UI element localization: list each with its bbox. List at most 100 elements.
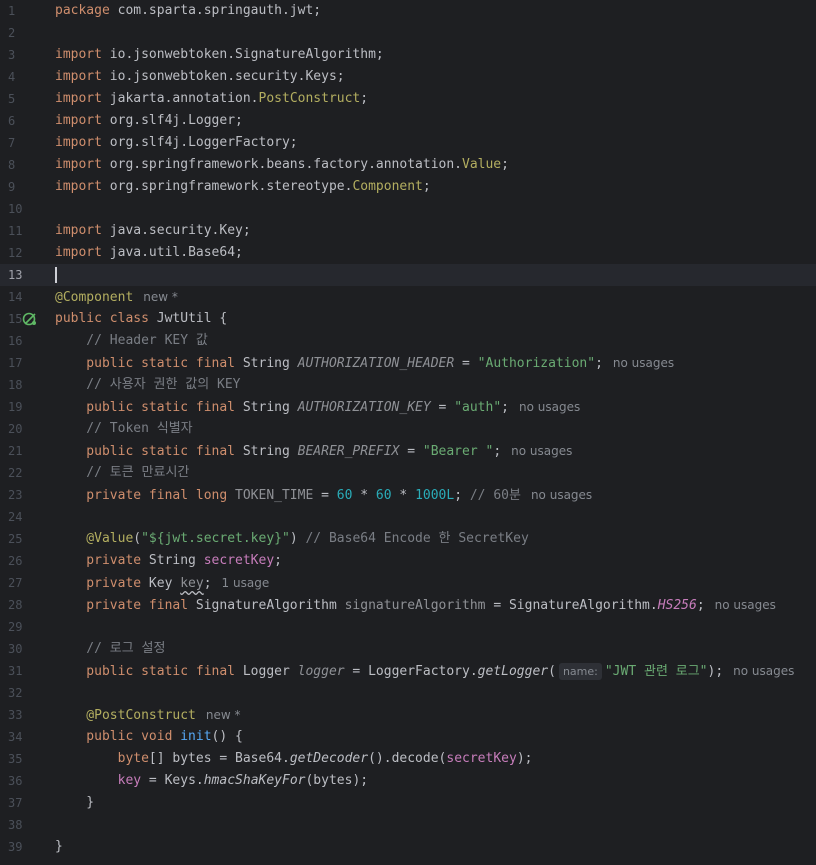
code-token: =: [313, 488, 337, 503]
line-number: 7: [8, 136, 16, 150]
code-token: key: [180, 576, 204, 591]
code-line[interactable]: 20 // Token 식별자: [0, 418, 816, 440]
code-token: // 로그 설정: [55, 641, 166, 656]
code-text: import org.slf4j.LoggerFactory;: [55, 132, 298, 154]
line-number: 28: [8, 598, 23, 612]
code-token: // Token 식별자: [55, 421, 193, 436]
bean-icon[interactable]: [22, 311, 38, 327]
code-token: String: [148, 553, 204, 568]
code-text: byte[] bytes = Base64.getDecoder().decod…: [55, 748, 533, 770]
code-line[interactable]: 30 // 로그 설정: [0, 638, 816, 660]
code-text: }: [55, 836, 63, 858]
line-number: 36: [8, 774, 23, 788]
code-line[interactable]: 8 import org.springframework.beans.factor…: [0, 154, 816, 176]
inlay-hint: no usages: [733, 664, 795, 678]
code-line[interactable]: 1 package com.sparta.springauth.jwt;: [0, 0, 816, 22]
code-token: import: [55, 135, 110, 150]
code-line[interactable]: 35 byte[] bytes = Base64.getDecoder().de…: [0, 748, 816, 770]
code-editor[interactable]: 1 package com.sparta.springauth.jwt; 2 3 imp…: [0, 0, 816, 865]
code-line[interactable]: 16 // Header KEY 값: [0, 330, 816, 352]
code-token: private final long: [55, 488, 236, 503]
inlay-hint: new *: [205, 708, 241, 722]
code-line[interactable]: 6 import org.slf4j.Logger;: [0, 110, 816, 132]
code-token: ;: [274, 553, 282, 568]
code-line[interactable]: 39}: [0, 836, 816, 858]
code-line[interactable]: 38: [0, 814, 816, 836]
code-line[interactable]: 5 import jakarta.annotation.PostConstruct…: [0, 88, 816, 110]
code-text: public static final Logger logger = Logg…: [55, 660, 794, 683]
line-number: 31: [8, 664, 23, 678]
code-line[interactable]: 29: [0, 616, 816, 638]
code-line[interactable]: 21 public static final String BEARER_PRE…: [0, 440, 816, 462]
code-line[interactable]: 27 private Key key; 1 usage: [0, 572, 816, 594]
line-number: 17: [8, 356, 23, 370]
code-token: private: [55, 576, 149, 591]
code-line[interactable]: 15 public class JwtUtil {: [0, 308, 816, 330]
code-token: AUTHORIZATION_HEADER: [297, 356, 455, 371]
code-token: private final: [55, 598, 196, 613]
code-token: java.util.Base64;: [109, 245, 243, 260]
code-line[interactable]: 22 // 토큰 만료시간: [0, 462, 816, 484]
code-line[interactable]: 4 import io.jsonwebtoken.security.Keys;: [0, 66, 816, 88]
code-text: import io.jsonwebtoken.security.Keys;: [55, 66, 345, 88]
code-text: package com.sparta.springauth.jwt;: [55, 0, 321, 22]
code-line[interactable]: 34 public void init() {: [0, 726, 816, 748]
code-line[interactable]: 36 key = Keys.hmacShaKeyFor(bytes);: [0, 770, 816, 792]
code-token: ;: [595, 356, 603, 371]
code-token: }: [55, 795, 95, 810]
code-line[interactable]: 11 import java.security.Key;: [0, 220, 816, 242]
code-token: import: [55, 157, 110, 172]
line-number: 6: [8, 114, 16, 128]
line-number: 4: [8, 70, 16, 84]
line-number: 25: [8, 532, 23, 546]
code-token: // 토큰 만료시간: [55, 465, 190, 480]
code-line[interactable]: 24: [0, 506, 816, 528]
code-line[interactable]: 9 import org.springframework.stereotype.C…: [0, 176, 816, 198]
code-line[interactable]: 25 @Value("${jwt.secret.key}") // Base64…: [0, 528, 816, 550]
code-token: String: [242, 356, 298, 371]
code-token: =: [399, 444, 423, 459]
code-token: java.security.Key;: [109, 223, 251, 238]
code-line[interactable]: 14 @Component new *: [0, 286, 816, 308]
code-token: io.jsonwebtoken.SignatureAlgorithm;: [109, 47, 384, 62]
code-line[interactable]: 13: [0, 264, 816, 286]
code-text: // 토큰 만료시간: [55, 462, 189, 484]
line-number: 10: [8, 202, 23, 216]
line-number: 24: [8, 510, 23, 524]
line-number: 2: [8, 26, 16, 40]
code-line[interactable]: 33 @PostConstruct new *: [0, 704, 816, 726]
code-line[interactable]: 12 import java.util.Base64;: [0, 242, 816, 264]
inlay-hint: no usages: [714, 598, 776, 612]
line-number: 3: [8, 48, 16, 62]
code-token: io.jsonwebtoken.security.Keys;: [109, 69, 345, 84]
code-token: public: [55, 311, 110, 326]
code-line[interactable]: 2: [0, 22, 816, 44]
code-token: signatureAlgorithm: [344, 598, 486, 613]
code-line[interactable]: 3 import io.jsonwebtoken.SignatureAlgorit…: [0, 44, 816, 66]
code-text: public class JwtUtil {: [55, 308, 227, 330]
code-line[interactable]: 7 import org.slf4j.LoggerFactory;: [0, 132, 816, 154]
line-number: 37: [8, 796, 23, 810]
code-token: public void: [55, 729, 181, 744]
code-line[interactable]: 17 public static final String AUTHORIZAT…: [0, 352, 816, 374]
code-token: // Header KEY 값: [55, 333, 208, 348]
code-line[interactable]: 19 public static final String AUTHORIZAT…: [0, 396, 816, 418]
code-token: jwt.secret.key: [164, 531, 275, 546]
code-line[interactable]: 10: [0, 198, 816, 220]
code-token: *: [352, 488, 376, 503]
code-token: jakarta.annotation.: [109, 91, 259, 106]
line-number: 34: [8, 730, 23, 744]
code-line[interactable]: 18 // 사용자 권한 값의 KEY: [0, 374, 816, 396]
code-token: String: [242, 400, 298, 415]
code-line[interactable]: 23 private final long TOKEN_TIME = 60 * …: [0, 484, 816, 506]
code-line[interactable]: 37 }: [0, 792, 816, 814]
code-token: 1000L: [415, 488, 455, 503]
code-token: Key: [148, 576, 181, 591]
code-line[interactable]: 32: [0, 682, 816, 704]
code-token: org.slf4j.Logger;: [109, 113, 243, 128]
code-line[interactable]: 26 private String secretKey;: [0, 550, 816, 572]
code-line[interactable]: 31 public static final Logger logger = L…: [0, 660, 816, 682]
code-token: @Value: [55, 531, 134, 546]
code-line[interactable]: 28 private final SignatureAlgorithm sign…: [0, 594, 816, 616]
code-token: org.springframework.beans.factory.annota…: [109, 157, 462, 172]
